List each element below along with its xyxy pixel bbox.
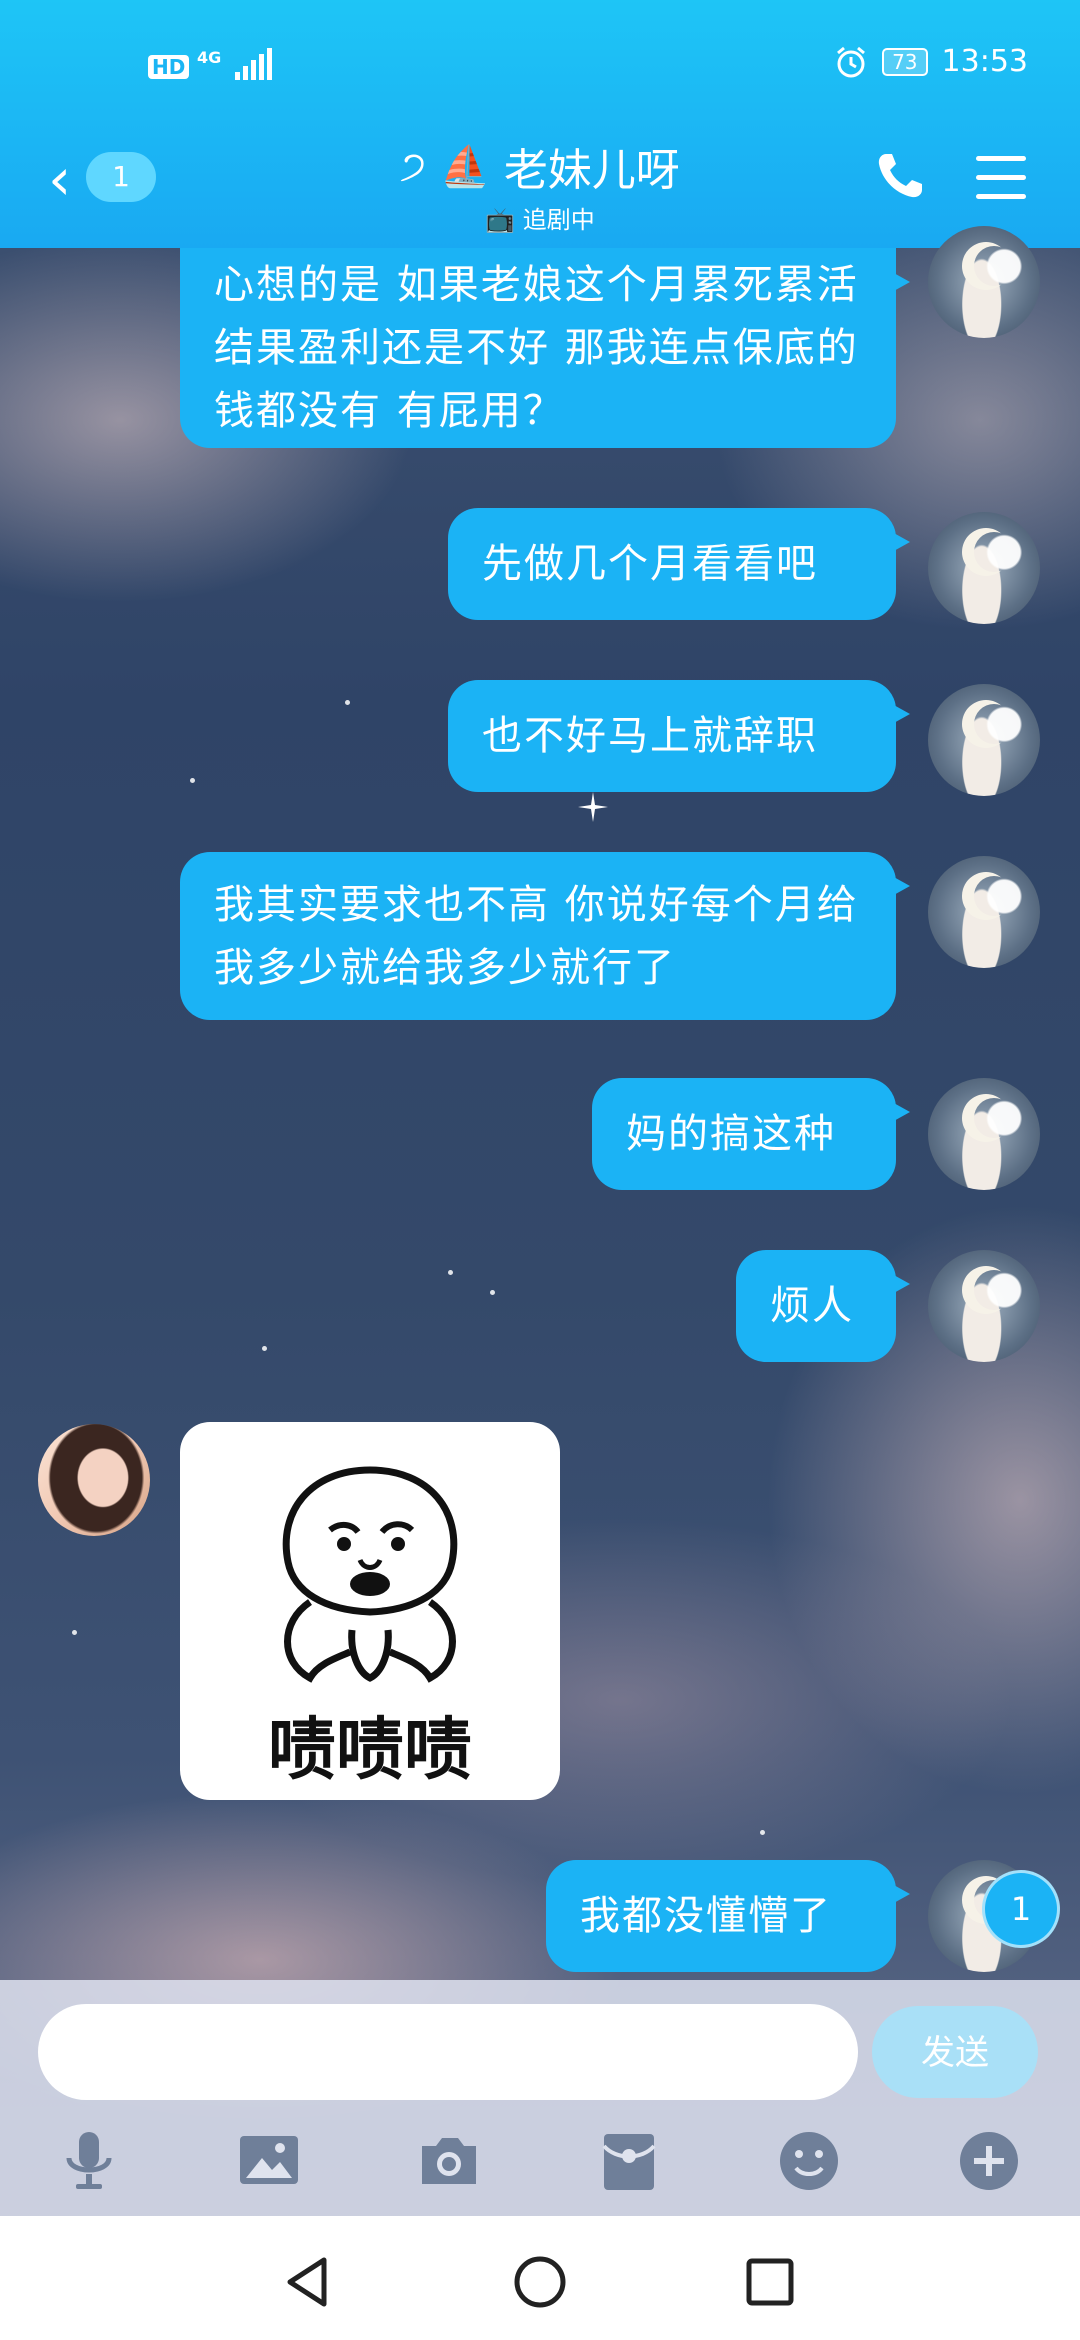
new-message-badge[interactable]: 1: [982, 1870, 1060, 1948]
sticker-caption: 啧啧啧: [267, 1711, 472, 1790]
star: [448, 1270, 453, 1275]
message-input[interactable]: [38, 2004, 858, 2100]
clock: 13:53: [941, 44, 1028, 79]
system-nav-bar: [0, 2216, 1080, 2340]
status-text: 追剧中: [522, 206, 595, 234]
message-bubble[interactable]: 我都没懂懵了: [546, 1860, 910, 1972]
top-bar: HD 4G 73 13:53 ‹ 1 ੭ ⛵ 老妹儿呀 📺 追剧中: [0, 0, 1080, 248]
back-triangle-icon[interactable]: [278, 2252, 338, 2312]
network-type: 4G: [197, 48, 222, 67]
input-area: 发送: [0, 1980, 1080, 2216]
contact-avatar[interactable]: [38, 1424, 150, 1536]
alarm-icon: [837, 46, 866, 77]
image-icon[interactable]: [234, 2126, 304, 2196]
sticker-message[interactable]: 啧啧啧: [180, 1422, 560, 1800]
camera-icon[interactable]: [414, 2126, 484, 2196]
microphone-icon[interactable]: [54, 2126, 124, 2196]
hd-badge: HD: [148, 55, 190, 79]
message-bubble[interactable]: 妈的搞这种: [592, 1078, 910, 1190]
my-avatar[interactable]: [928, 512, 1040, 624]
star: [760, 1830, 765, 1835]
my-avatar[interactable]: [928, 856, 1040, 968]
star: [190, 778, 195, 783]
menu-icon[interactable]: [976, 156, 1026, 200]
recents-square-icon[interactable]: [740, 2252, 800, 2312]
contact-name: 老妹儿呀: [503, 145, 680, 196]
my-avatar[interactable]: [928, 226, 1040, 338]
my-avatar[interactable]: [928, 1078, 1040, 1190]
message-bubble[interactable]: 心想的是 如果老娘这个月累死累活 结果盈利还是不好 那我连点保底的钱都没有 有屁…: [180, 248, 910, 448]
status-right: 73 13:53: [834, 44, 1028, 79]
plus-icon[interactable]: [954, 2126, 1024, 2196]
tv-icon: 📺: [485, 206, 516, 234]
star: [72, 1630, 77, 1635]
message-bubble[interactable]: 我其实要求也不高 你说好每个月给我多少就给我多少就行了: [180, 852, 910, 1020]
red-packet-icon[interactable]: [594, 2126, 664, 2196]
ear-icon: ੭: [400, 143, 426, 189]
my-avatar[interactable]: [928, 1250, 1040, 1362]
message-bubble[interactable]: 烦人: [736, 1250, 910, 1362]
star: [490, 1290, 495, 1295]
contact-status: 📺 追剧中: [0, 200, 1080, 235]
battery-indicator: 73: [882, 47, 928, 76]
message-bubble[interactable]: 也不好马上就辞职: [448, 680, 910, 792]
message-bubble[interactable]: 先做几个月看看吧: [448, 508, 910, 620]
send-button[interactable]: 发送: [872, 2006, 1038, 2098]
phone-call-icon[interactable]: [872, 148, 928, 204]
star: [262, 1346, 267, 1351]
home-circle-icon[interactable]: [510, 2252, 570, 2312]
emoji-icon[interactable]: [774, 2126, 844, 2196]
star: [345, 700, 350, 705]
status-left: HD 4G: [148, 48, 275, 80]
sailboat-icon: ⛵: [440, 143, 490, 190]
sparkle-star: [578, 792, 608, 822]
my-avatar[interactable]: [928, 684, 1040, 796]
meme-face-sticker: [282, 1466, 458, 1683]
signal-icon: [234, 48, 275, 80]
